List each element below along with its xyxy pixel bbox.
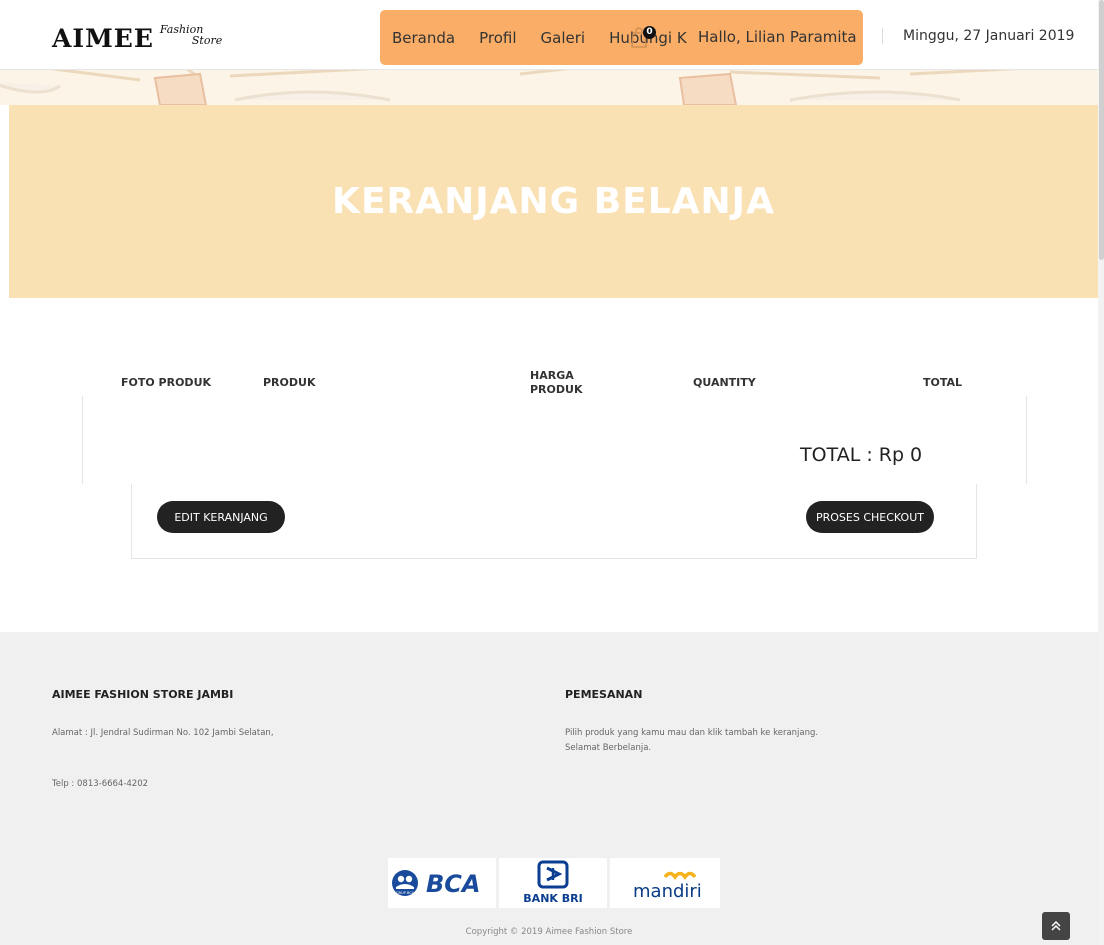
site-logo[interactable]: AIMEE Fashion Store: [52, 24, 250, 53]
double-chevron-up-icon: [1051, 920, 1061, 931]
footer-copyright: Copyright © 2019 Aimee Fashion Store: [465, 927, 633, 937]
logo-script: Fashion Store: [160, 24, 250, 50]
cart-total: TOTAL : Rp 0: [800, 444, 923, 466]
col-harga-line2: PRODUK: [530, 383, 583, 396]
bca-wordmark: BCA: [426, 870, 480, 898]
cart-actions: EDIT KERANJANG PROSES CHECKOUT: [131, 484, 977, 559]
page-banner: KERANJANG BELANJA: [9, 105, 1098, 298]
footer-order-line2: Selamat Berbelanja.: [565, 743, 652, 753]
nav-profil[interactable]: Profil: [479, 29, 516, 47]
page-title: KERANJANG BELANJA: [332, 181, 775, 222]
cart-button[interactable]: 0: [630, 26, 656, 48]
col-foto-produk: FOTO PRODUK: [121, 376, 212, 389]
col-quantity: QUANTITY: [693, 376, 756, 389]
page-scrollbar-thumb[interactable]: [1099, 0, 1104, 260]
bri-wordmark: BANK BRI: [523, 892, 582, 905]
site-footer: AIMEE FASHION STORE JAMBI Alamat : Jl. J…: [0, 632, 1098, 945]
bank-logo-mandiri: mandiri: [610, 858, 720, 908]
nav-galeri[interactable]: Galeri: [541, 29, 586, 47]
cart-table-body: [82, 396, 1027, 484]
logo-wordmark: AIMEE: [52, 24, 154, 53]
cart-count-badge: 0: [643, 26, 656, 39]
main-nav: Beranda Profil Galeri Hubungi K 0 Hallo,…: [380, 10, 863, 65]
logo-script-line2: Store: [191, 34, 223, 47]
footer-phone: Telp : 0813-6664-4202: [52, 779, 149, 789]
bank-logo-bca: GRUP BCA BCA: [388, 858, 496, 908]
site-header: AIMEE Fashion Store Beranda Profil Galer…: [0, 0, 1098, 70]
banner-pattern-art: [0, 70, 1021, 105]
mandiri-logo-art: mandiri: [633, 871, 702, 902]
checkout-button[interactable]: PROSES CHECKOUT: [806, 501, 934, 533]
bri-logo-art: BANK BRI: [523, 860, 583, 905]
footer-order-line1: Pilih produk yang kamu mau dan klik tamb…: [565, 728, 819, 738]
mandiri-wordmark: mandiri: [633, 881, 702, 902]
col-harga-produk: HARGA PRODUK: [530, 369, 582, 397]
col-total: TOTAL: [923, 376, 963, 389]
header-divider: [882, 28, 883, 44]
footer-order-title: PEMESANAN: [565, 688, 643, 701]
bank-logo-bri: BANK BRI: [499, 858, 607, 908]
col-produk: PRODUK: [263, 376, 316, 389]
nav-user-greeting[interactable]: Hallo, Lilian Paramita: [698, 28, 857, 46]
edit-cart-button[interactable]: EDIT KERANJANG: [157, 501, 285, 533]
bca-logo-art: GRUP BCA BCA: [392, 870, 480, 898]
scroll-to-top-button[interactable]: [1042, 912, 1070, 940]
footer-address: Alamat : Jl. Jendral Sudirman No. 102 Ja…: [52, 728, 274, 738]
banner-pattern: [0, 70, 1098, 105]
nav-beranda[interactable]: Beranda: [392, 29, 455, 47]
current-date: Minggu, 27 Januari 2019: [903, 28, 1075, 44]
col-harga-line1: HARGA: [530, 369, 574, 382]
footer-store-title: AIMEE FASHION STORE JAMBI: [52, 688, 234, 701]
bca-seal-text: GRUP BCA: [396, 891, 415, 895]
